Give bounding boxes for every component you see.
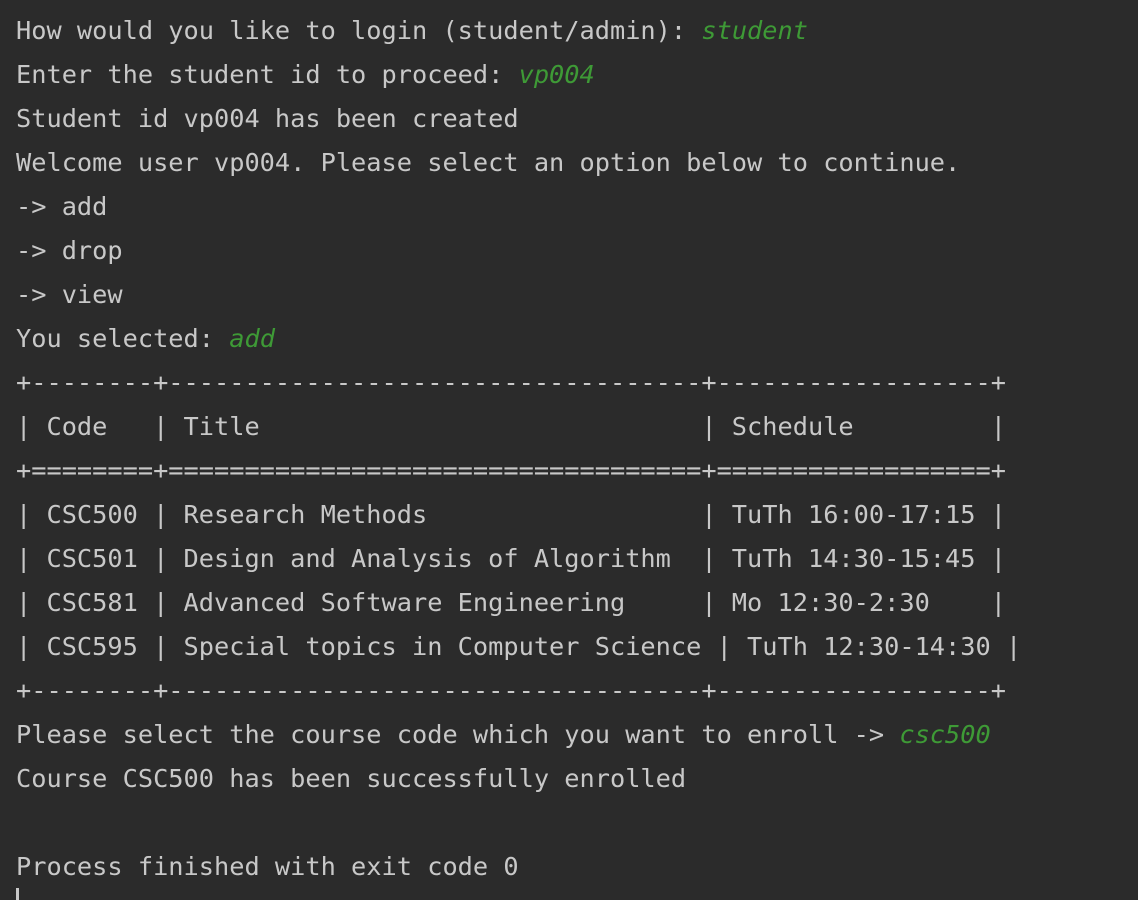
selected-input: add xyxy=(229,324,275,353)
table-row: | CSC595 | Special topics in Computer Sc… xyxy=(16,632,1022,661)
enroll-prompt: Please select the course code which you … xyxy=(16,720,900,749)
table-border-header: +========+==============================… xyxy=(16,456,1006,485)
table-border-bottom: +--------+------------------------------… xyxy=(16,676,1006,705)
selected-prompt: You selected: xyxy=(16,324,230,353)
login-prompt: How would you like to login (student/adm… xyxy=(16,16,702,45)
enroll-input: csc500 xyxy=(899,720,991,749)
text-cursor xyxy=(16,888,19,900)
enroll-prompt-line: Please select the course code which you … xyxy=(16,713,991,757)
table-row: | CSC500 | Research Methods | TuTh 16:00… xyxy=(16,500,1006,529)
option-view: -> view xyxy=(16,280,123,309)
table-header-row: | Code | Title | Schedule | xyxy=(16,412,1006,441)
welcome-message: Welcome user vp004. Please select an opt… xyxy=(16,148,961,177)
option-drop: -> drop xyxy=(16,236,123,265)
login-prompt-line: How would you like to login (student/adm… xyxy=(16,9,808,53)
option-add: -> add xyxy=(16,192,108,221)
enroll-result: Course CSC500 has been successfully enro… xyxy=(16,764,687,793)
login-input: student xyxy=(701,16,808,45)
id-input: vp004 xyxy=(518,60,595,89)
table-row: | CSC501 | Design and Analysis of Algori… xyxy=(16,544,1006,573)
selected-line: You selected: add xyxy=(16,317,275,361)
table-border-top: +--------+------------------------------… xyxy=(16,368,1006,397)
created-message: Student id vp004 has been created xyxy=(16,104,519,133)
table-row: | CSC581 | Advanced Software Engineering… xyxy=(16,588,1006,617)
id-prompt-line: Enter the student id to proceed: vp004 xyxy=(16,53,595,97)
id-prompt: Enter the student id to proceed: xyxy=(16,60,519,89)
exit-message: Process finished with exit code 0 xyxy=(16,852,519,881)
run-console-output[interactable]: How would you like to login (student/adm… xyxy=(0,0,1138,900)
